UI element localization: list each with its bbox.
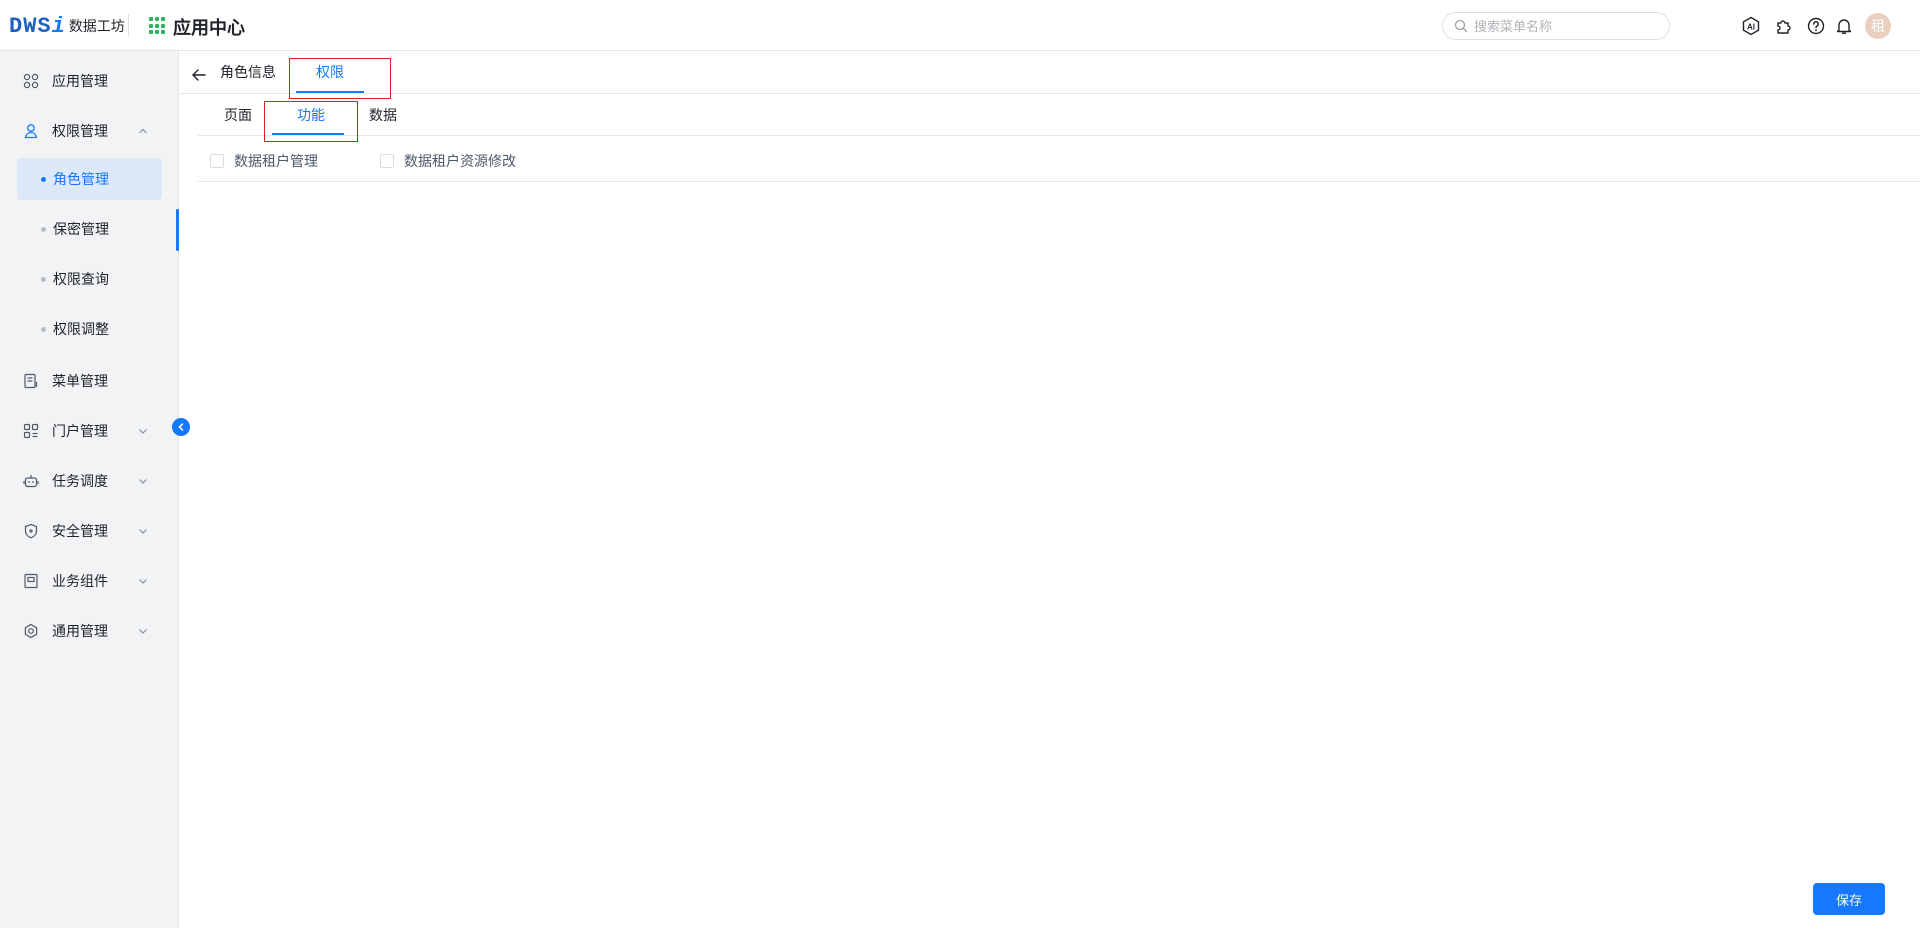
main-content: 角色信息 权限 页面 功能 数据 数据租户管理 数据租户资源修改 保存: [180, 51, 1920, 928]
app-center-title[interactable]: 应用中心: [173, 14, 245, 40]
sidebar-item-permission-management[interactable]: 权限管理: [0, 106, 179, 156]
menu-doc-icon: [24, 373, 38, 389]
sidebar-subitem-secrecy-management[interactable]: 保密管理: [17, 208, 162, 250]
sidebar-item-menu-management[interactable]: 菜单管理: [0, 356, 179, 406]
subtab-data[interactable]: 数据: [369, 105, 397, 125]
search-icon: [1454, 19, 1468, 33]
permission-item[interactable]: 数据租户资源修改: [380, 151, 516, 171]
user-icon: [24, 124, 38, 139]
sidebar-item-label: 业务组件: [52, 573, 108, 589]
chevron-down-icon: [139, 629, 147, 634]
sidebar-item-label: 应用管理: [52, 73, 108, 89]
sidebar-item-label: 安全管理: [52, 523, 108, 539]
plugin-icon[interactable]: [1774, 16, 1794, 36]
bell-icon[interactable]: [1834, 16, 1854, 36]
component-icon: [24, 573, 38, 589]
sidebar-subitem-permission-query[interactable]: 权限查询: [17, 258, 162, 300]
bullet-dot: [41, 276, 46, 282]
permission-list: 数据租户管理 数据租户资源修改: [198, 136, 1920, 182]
permission-label: 数据租户管理: [234, 153, 318, 169]
bullet-dot: [41, 176, 46, 182]
chevron-left-icon: [178, 423, 184, 431]
sidebar-item-general-management[interactable]: 通用管理: [0, 606, 179, 656]
sidebar-subitem-label: 权限查询: [53, 271, 109, 287]
menu-search[interactable]: [1442, 12, 1670, 40]
logo-text: 数据工坊: [68, 18, 125, 34]
active-indicator-bar: [176, 209, 179, 251]
user-avatar[interactable]: 租: [1865, 13, 1891, 39]
tabs-divider: [180, 93, 1920, 94]
help-icon[interactable]: [1806, 16, 1826, 36]
portal-icon: [23, 423, 39, 439]
sidebar-subitem-label: 保密管理: [53, 221, 109, 237]
app-logo[interactable]: DWSi 数据工坊: [9, 12, 125, 40]
logo-mark: DWSi: [9, 13, 66, 39]
settings-icon: [24, 623, 38, 639]
highlight-box-permissions-tab: [289, 58, 391, 99]
sidebar-item-label: 通用管理: [52, 623, 108, 639]
sidebar-subitem-permission-adjust[interactable]: 权限调整: [17, 308, 162, 350]
sidebar-item-label: 门户管理: [52, 423, 108, 439]
permission-checkbox[interactable]: [380, 154, 394, 168]
sidebar-item-label: 菜单管理: [52, 373, 108, 389]
back-arrow-icon[interactable]: [190, 66, 208, 84]
sidebar-item-app-management[interactable]: 应用管理: [0, 56, 179, 106]
shield-icon: [24, 523, 38, 539]
sidebar-item-task-scheduling[interactable]: 任务调度: [0, 456, 179, 506]
sidebar-collapse-button[interactable]: [172, 418, 190, 436]
save-button[interactable]: 保存: [1813, 883, 1885, 915]
chevron-down-icon: [139, 529, 147, 534]
sidebar-subitem-label: 角色管理: [53, 171, 109, 187]
sidebar: 应用管理 权限管理 角色管理 保密管理 权限查询 权限调整 菜单管理 门户管理 …: [0, 51, 179, 928]
permission-checkbox[interactable]: [210, 154, 224, 168]
permission-label: 数据租户资源修改: [404, 153, 516, 169]
bullet-dot: [41, 226, 46, 232]
top-header: DWSi 数据工坊 应用中心 AI 租: [0, 0, 1920, 51]
permission-item[interactable]: 数据租户管理: [210, 151, 318, 171]
subtab-page[interactable]: 页面: [224, 105, 252, 125]
tab-role-info[interactable]: 角色信息: [220, 62, 276, 82]
sidebar-item-label: 任务调度: [52, 473, 108, 489]
robot-icon: [23, 475, 39, 488]
sidebar-subitem-label: 权限调整: [53, 321, 109, 337]
app-grid-icon[interactable]: [149, 17, 167, 35]
sidebar-subitem-role-management[interactable]: 角色管理: [17, 158, 162, 200]
sidebar-item-security-management[interactable]: 安全管理: [0, 506, 179, 556]
sidebar-item-portal-management[interactable]: 门户管理: [0, 406, 179, 456]
bullet-dot: [41, 326, 46, 332]
chevron-down-icon: [139, 579, 147, 584]
ai-icon[interactable]: AI: [1741, 16, 1761, 36]
grid-icon: [23, 73, 39, 89]
chevron-down-icon: [139, 479, 147, 484]
header-divider: [128, 14, 129, 36]
svg-text:AI: AI: [1747, 23, 1755, 32]
sidebar-item-business-components[interactable]: 业务组件: [0, 556, 179, 606]
chevron-up-icon: [139, 128, 147, 134]
sidebar-item-label: 权限管理: [52, 123, 108, 139]
search-input[interactable]: [1474, 18, 1654, 34]
chevron-down-icon: [139, 429, 147, 434]
